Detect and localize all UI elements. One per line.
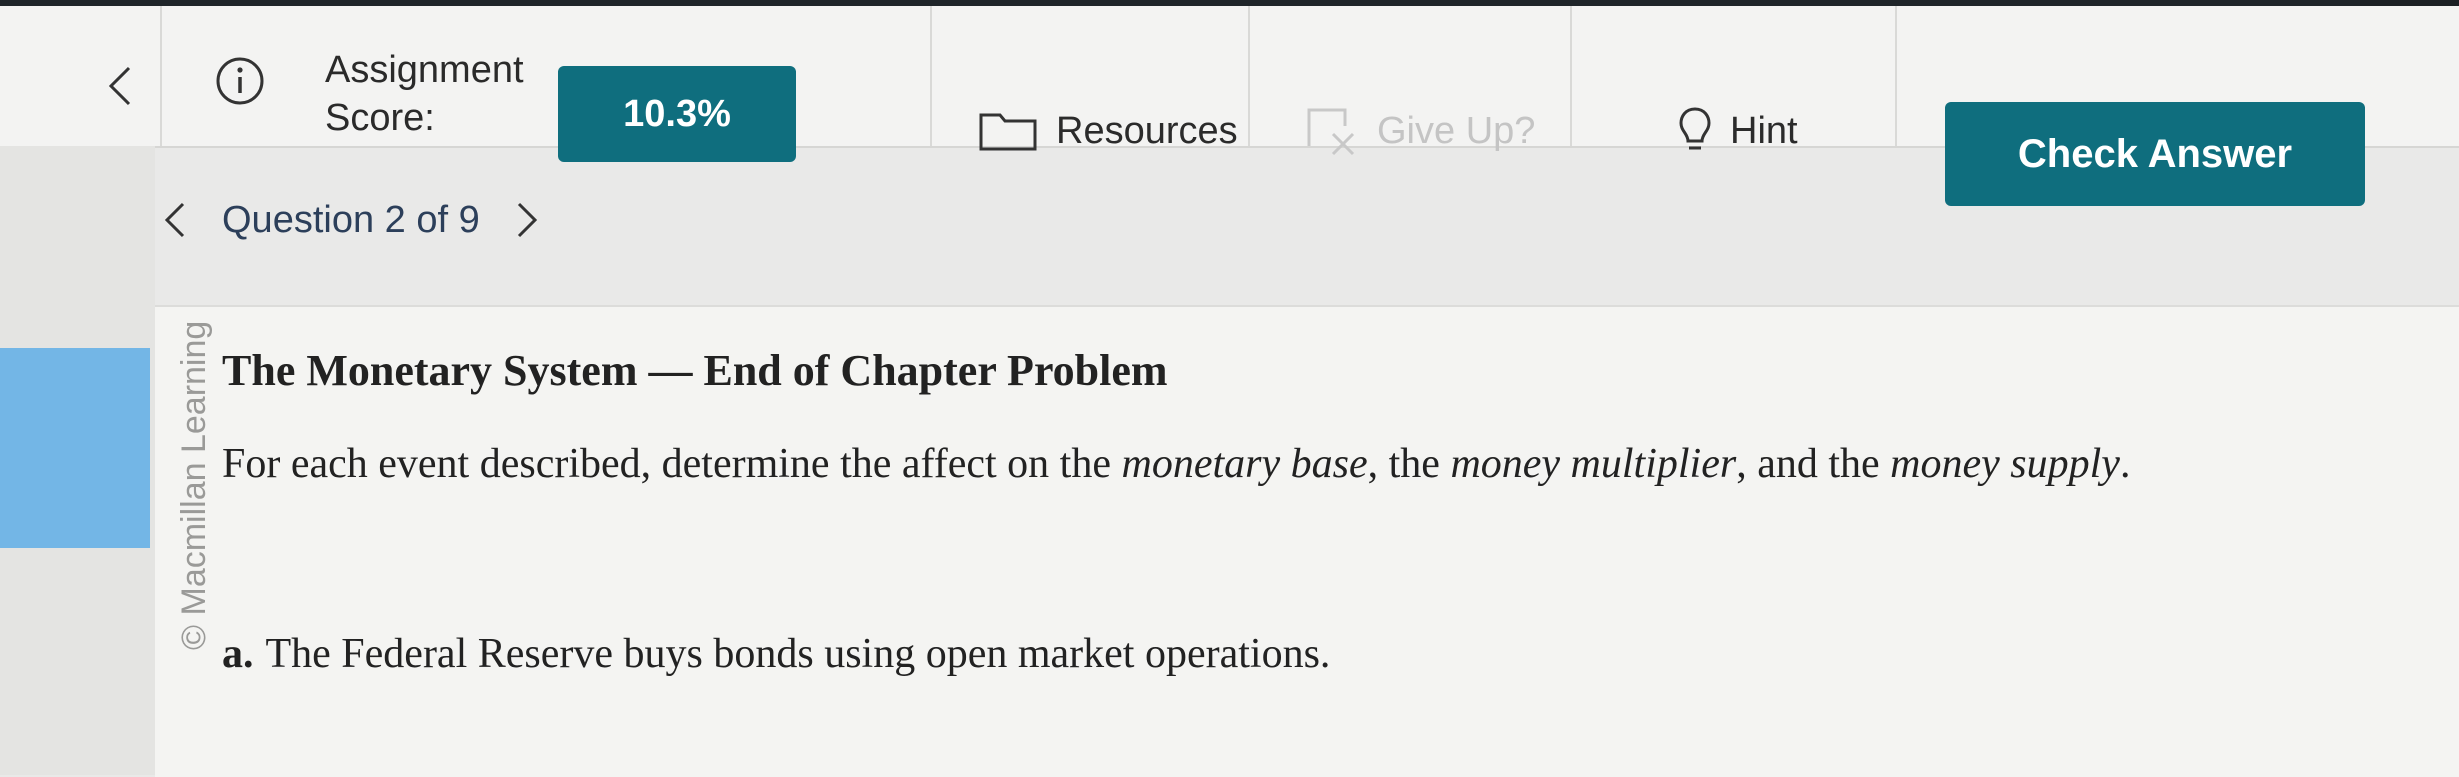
assignment-toolbar: Assignment Score: 10.3% Resources Give U… — [0, 6, 2459, 206]
chevron-right-icon — [517, 202, 537, 238]
assignment-score-value: 10.3% — [558, 66, 796, 162]
previous-question-button[interactable] — [150, 190, 200, 250]
part-a: a. The Federal Reserve buys bonds using o… — [222, 630, 1330, 678]
divider — [160, 6, 162, 146]
give-up-icon — [1307, 108, 1355, 156]
assignment-score-label: Assignment Score: — [325, 49, 524, 139]
next-question-button[interactable] — [502, 190, 552, 250]
term-money-multiplier: money multiplier — [1450, 441, 1737, 487]
term-monetary-base: monetary base — [1121, 441, 1368, 487]
hint-button[interactable]: Hint — [1678, 101, 1798, 161]
part-a-marker: a. — [222, 631, 254, 677]
instruction-text: For each event described, determine the … — [222, 441, 1122, 487]
info-icon[interactable] — [215, 56, 265, 106]
instruction-text: , and the — [1736, 441, 1891, 487]
divider — [930, 6, 932, 146]
divider — [1570, 6, 1572, 146]
part-a-text: The Federal Reserve buys bonds using ope… — [265, 631, 1331, 677]
chevron-left-icon — [108, 66, 131, 106]
question-navigation: Question 2 of 9 — [150, 185, 552, 255]
copyright-credit: © Macmillan Learning — [175, 320, 213, 650]
instruction-text: . — [2119, 441, 2131, 487]
resources-button[interactable]: Resources — [978, 101, 1238, 161]
back-button[interactable] — [100, 56, 140, 116]
problem-instructions: For each event described, determine the … — [222, 440, 2422, 488]
lightbulb-icon — [1679, 107, 1711, 150]
check-answer-button[interactable]: Check Answer — [1945, 102, 2365, 206]
question-counter: Question 2 of 9 — [222, 198, 480, 241]
problem-title: The Monetary System — End of Chapter Pro… — [222, 346, 1168, 395]
give-up-button[interactable]: Give Up? — [1305, 101, 1535, 161]
sidebar-highlight — [0, 348, 150, 548]
hint-label: Hint — [1730, 109, 1798, 152]
chevron-left-icon — [164, 202, 185, 238]
give-up-label: Give Up? — [1377, 109, 1536, 152]
folder-icon — [979, 113, 1037, 151]
term-money-supply: money supply — [1890, 441, 2120, 487]
divider — [1248, 6, 1250, 146]
resources-label: Resources — [1056, 109, 1238, 152]
divider — [1895, 6, 1897, 146]
instruction-text: , the — [1367, 441, 1451, 487]
